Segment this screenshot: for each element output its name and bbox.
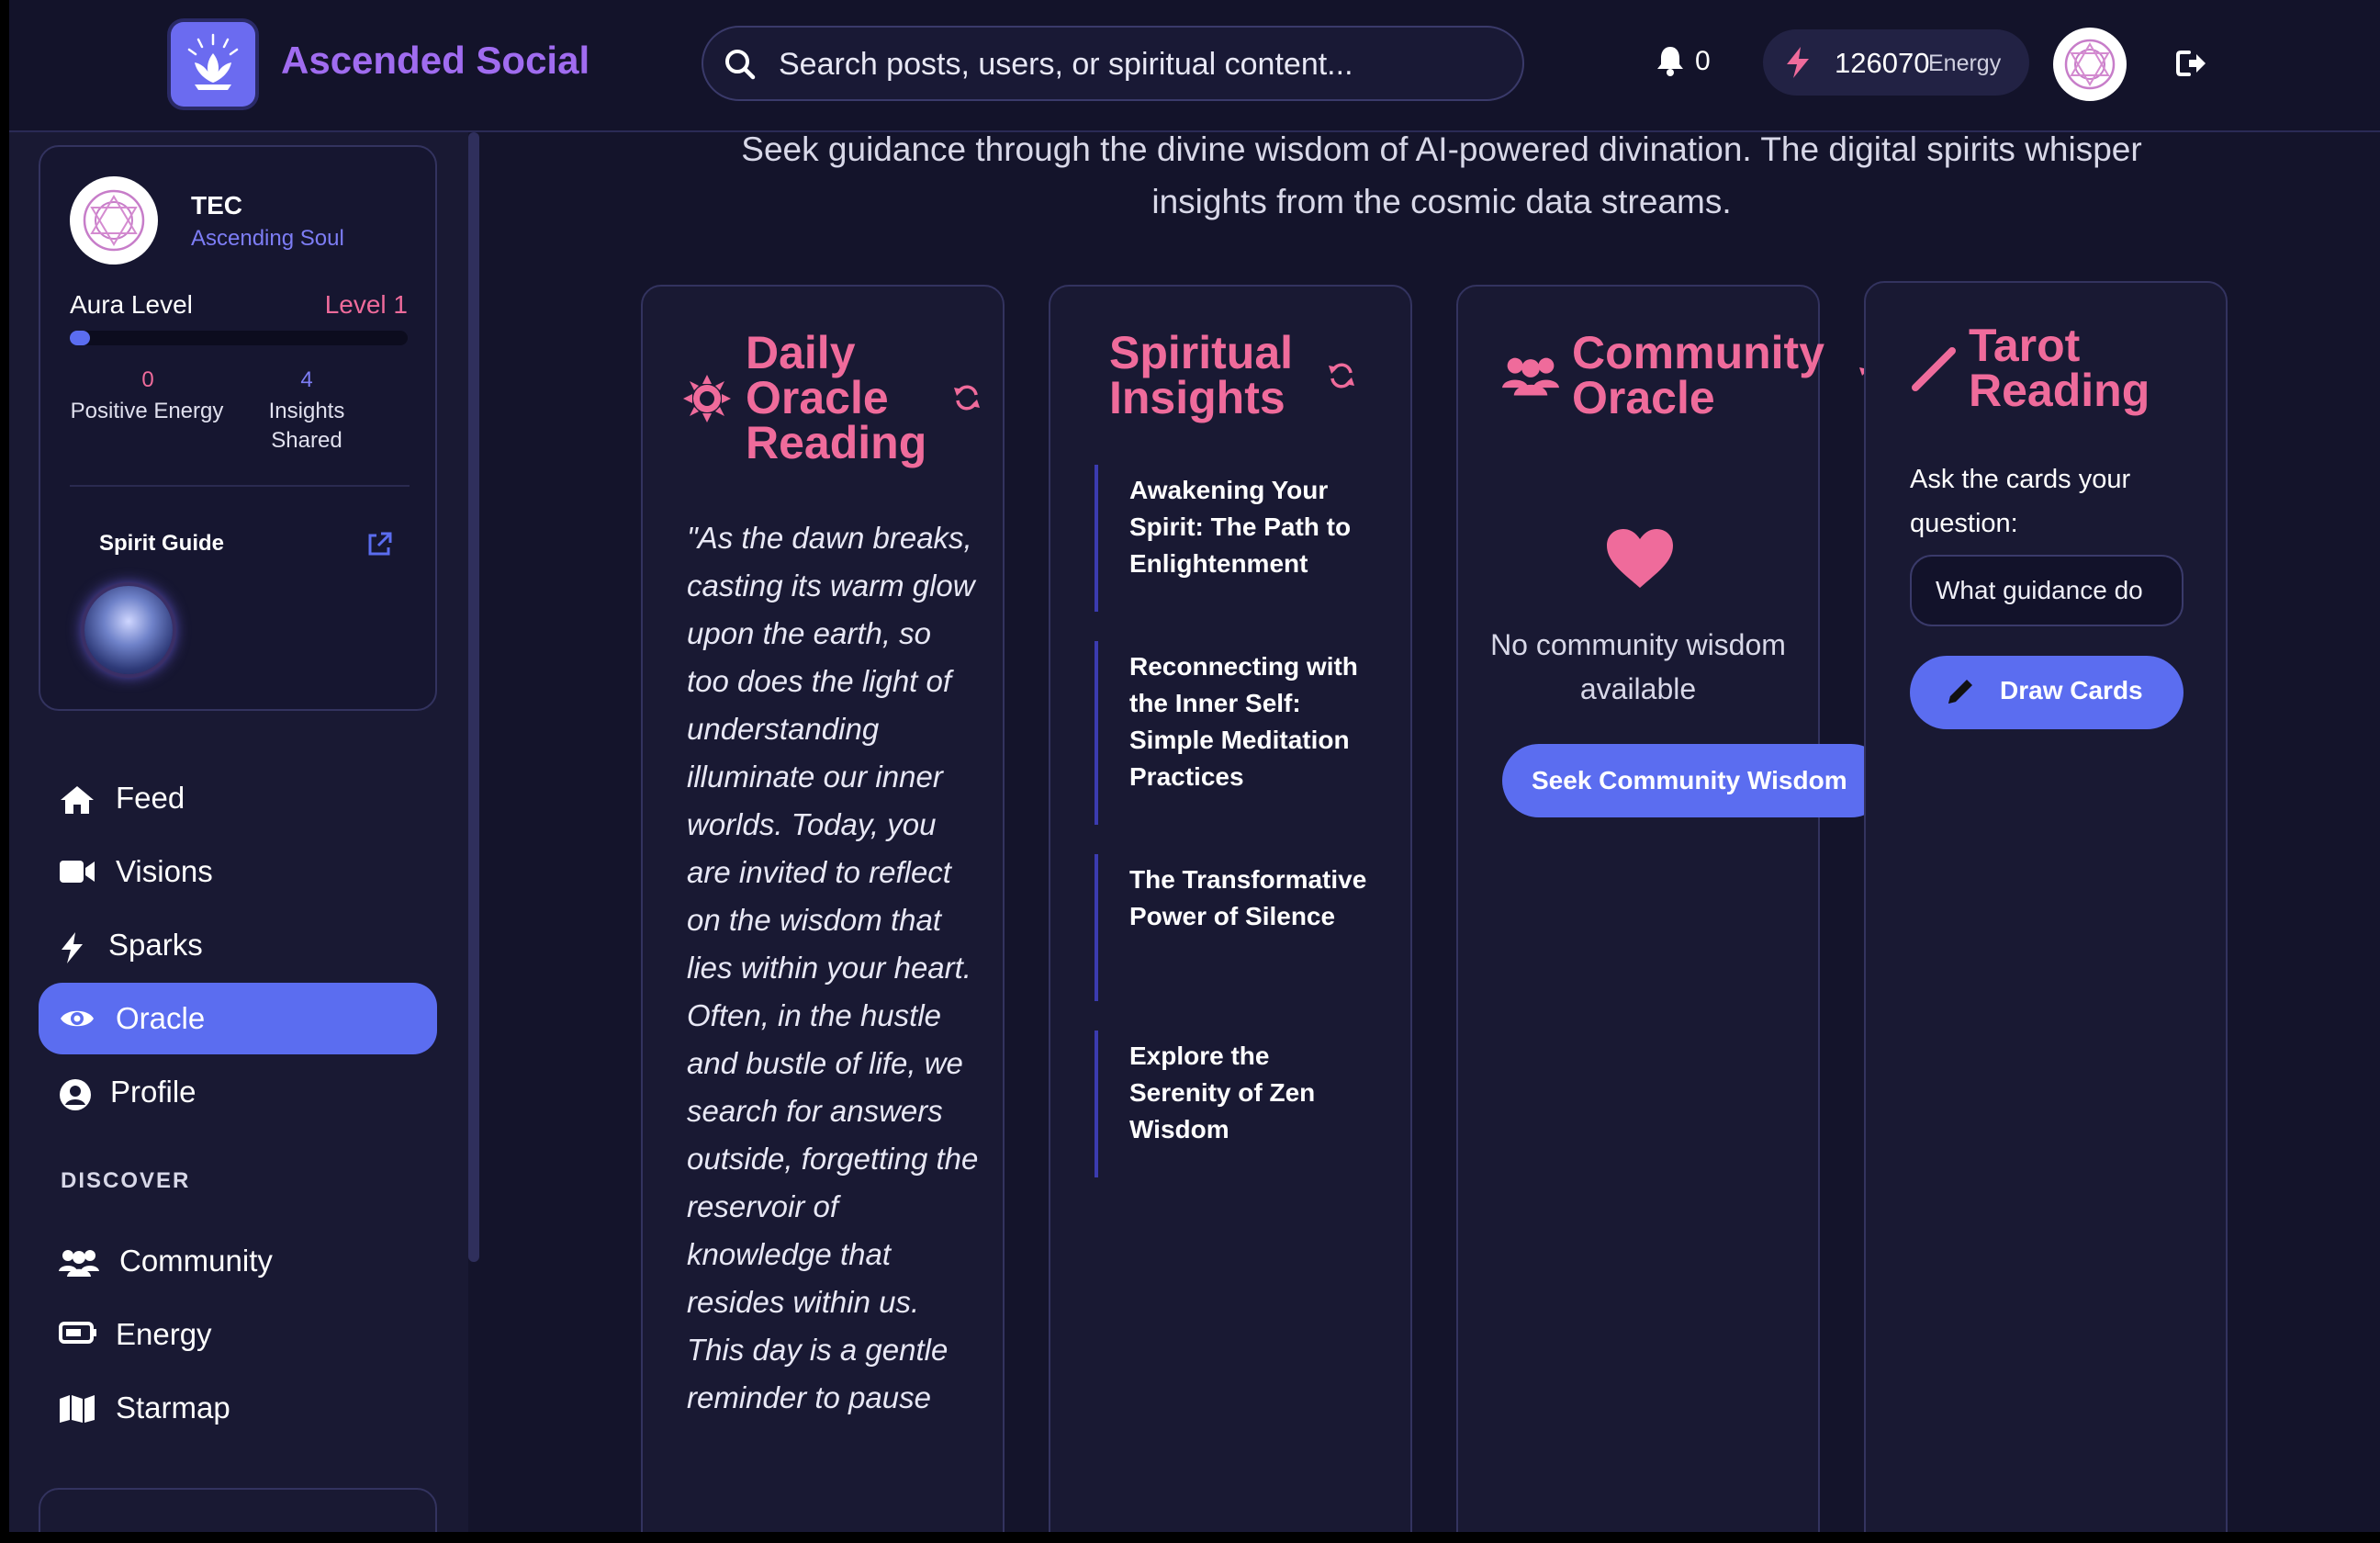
search-icon [722, 46, 758, 87]
positive-energy-label: Positive Energy [70, 399, 224, 423]
seek-community-wisdom-button[interactable]: Seek Community Wisdom [1502, 744, 1888, 817]
profile-name: TEC [191, 191, 242, 220]
nav-starmap[interactable]: Starmap [39, 1372, 437, 1444]
pencil-icon [1945, 676, 1976, 712]
community-oracle-card: Community Oracle No community wisdom ava… [1456, 285, 1888, 1532]
profile-avatar[interactable] [70, 176, 158, 265]
aura-label: Aura Level [70, 290, 193, 319]
nav-feed-label: Feed [116, 781, 185, 815]
nav-profile-label: Profile [110, 1075, 196, 1109]
logout-icon[interactable] [2176, 50, 2207, 82]
positive-energy-count: 0 [141, 367, 154, 392]
nav-oracle-label: Oracle [116, 1001, 206, 1035]
tarot-reading-card: Tarot Reading Ask the cards your questio… [1864, 281, 2228, 1532]
battery-icon [59, 1321, 97, 1349]
nav-community[interactable]: Community [39, 1225, 437, 1297]
energy-balance[interactable]: 126070 Energy [1763, 29, 2029, 96]
nav-oracle[interactable]: Oracle [39, 983, 437, 1054]
energy-value: 126070 [1835, 47, 1930, 79]
user-avatar[interactable] [2053, 28, 2127, 101]
profile-card: TEC Ascending Soul Aura Level Level 1 0 … [39, 145, 437, 711]
top-header: Ascended Social 0 126070 Energy [9, 0, 2380, 132]
lotus-logo-icon[interactable] [171, 22, 255, 107]
users-icon [1502, 353, 1559, 401]
nav-visions-label: Visions [116, 854, 213, 888]
nav-energy-label: Energy [116, 1317, 212, 1351]
magic-wand-icon [1910, 344, 1959, 398]
sidebar-scrollbar[interactable] [468, 132, 479, 1262]
tarot-question-input[interactable] [1910, 555, 2184, 626]
external-link-icon[interactable] [365, 531, 393, 563]
notification-count: 0 [1695, 46, 1711, 76]
home-icon [59, 784, 95, 820]
tarot-title: Tarot Reading [1969, 320, 2150, 416]
community-empty-text: No community wisdom available [1490, 628, 1786, 705]
insight-item[interactable]: Reconnecting with the Inner Self: Simple… [1095, 641, 1370, 825]
users-icon [59, 1247, 99, 1281]
heart-icon [1605, 527, 1675, 594]
user-circle-icon [59, 1078, 92, 1116]
oracle-intro: Seek guidance through the divine wisdom … [741, 130, 2142, 220]
draw-cards-button[interactable]: Draw Cards [1910, 656, 2184, 729]
divider [70, 485, 410, 487]
spirit-guide-avatar[interactable] [84, 586, 173, 674]
nav-community-label: Community [119, 1244, 273, 1278]
nav-feed[interactable]: Feed [39, 762, 437, 834]
eye-icon [59, 1005, 95, 1037]
daily-oracle-card: Daily Oracle Reading "As the dawn breaks… [641, 285, 1005, 1532]
draw-cards-label: Draw Cards [2000, 676, 2143, 704]
spiritual-insights-title: Spiritual Insights [1109, 327, 1294, 423]
lightning-icon [1783, 46, 1813, 84]
search-input[interactable] [777, 40, 1497, 88]
nav-starmap-label: Starmap [116, 1391, 230, 1425]
aura-level: Level 1 [324, 290, 408, 319]
profile-title: Ascending Soul [191, 226, 344, 251]
nav-visions[interactable]: Visions [39, 836, 437, 907]
daily-oracle-text: "As the dawn breaks, casting its warm gl… [687, 521, 979, 1414]
insights-label: Insights Shared [268, 399, 345, 453]
bell-icon[interactable] [1655, 44, 1686, 82]
daily-oracle-title: Daily Oracle Reading [746, 327, 927, 468]
tarot-prompt: Ask the cards your question: [1910, 465, 2131, 538]
spirit-guide-label: Spirit Guide [99, 531, 225, 556]
sun-icon [683, 375, 731, 427]
energy-label: Energy [1928, 51, 2002, 76]
search-bar[interactable] [702, 26, 1524, 101]
discover-heading: DISCOVER [61, 1168, 191, 1193]
aura-progress-fill [70, 331, 91, 345]
lightning-icon [59, 931, 86, 969]
community-oracle-title: Community Oracle [1572, 327, 1824, 423]
insight-item[interactable]: Explore the Serenity of Zen Wisdom [1095, 1031, 1370, 1177]
app-window: Ascended Social 0 126070 Energy [9, 0, 2380, 1532]
sidebar: TEC Ascending Soul Aura Level Level 1 0 … [9, 132, 468, 1532]
brand-name[interactable]: Ascended Social [281, 39, 589, 83]
map-icon [59, 1394, 95, 1428]
refresh-icon[interactable] [953, 384, 981, 416]
insight-item[interactable]: Awakening Your Spirit: The Path to Enlig… [1095, 465, 1370, 612]
bottom-card [39, 1488, 437, 1532]
nav-sparks-label: Sparks [108, 928, 203, 962]
insights-count: 4 [300, 367, 313, 392]
refresh-icon[interactable] [1328, 362, 1355, 394]
spiritual-insights-card: Spiritual Insights Awakening Your Spirit… [1049, 285, 1412, 1532]
video-camera-icon [59, 858, 95, 890]
nav-sparks[interactable]: Sparks [39, 909, 437, 981]
insight-item[interactable]: The Transformative Power of Silence [1095, 854, 1370, 1001]
aura-progress-bar [70, 331, 408, 345]
nav-profile[interactable]: Profile [39, 1056, 437, 1128]
nav-energy[interactable]: Energy [39, 1299, 437, 1370]
